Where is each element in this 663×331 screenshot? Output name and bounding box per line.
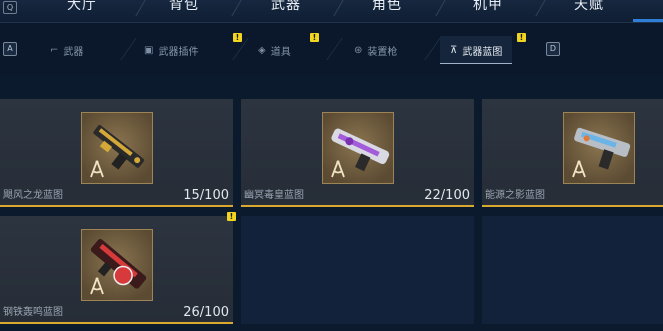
new-badge: ! [517,33,526,42]
blueprint-count: 22/100 [424,188,470,203]
item-icon: ◈ [258,44,266,56]
blueprint-icon: ⊼ [450,44,458,56]
subtab-weapon-plugins[interactable]: ▣ 武器插件 [144,36,198,64]
new-badge: ! [227,212,236,221]
gun-icon: ⌐ [50,44,59,56]
tab-weapons[interactable]: 武器 [236,0,336,17]
key-hint-a[interactable]: A [3,42,17,56]
tab-characters[interactable]: 角色 [337,0,437,17]
compass-icon [572,160,586,178]
new-badge: ! [233,33,242,42]
empty-slot [482,216,663,324]
tab-mecha[interactable]: 机甲 [438,0,538,17]
blueprint-thumbnail [81,229,153,301]
active-underline [440,63,513,64]
subtab-label: 武器插件 [158,46,199,58]
blueprint-count: 26/100 [183,305,229,320]
subtab-weapon-blueprints[interactable]: ⊼ 武器蓝图 [440,36,513,64]
blueprint-card[interactable]: 能源之影蓝图 [482,99,663,207]
new-badge: ! [310,33,319,42]
key-hint-d[interactable]: D [546,42,560,56]
subtab-label: 装置枪 [367,46,398,58]
subtab-label: 武器蓝图 [462,46,503,58]
blueprint-count: 15/100 [183,188,229,203]
compass-icon [331,160,345,178]
sub-nav [0,23,663,75]
main-nav: Q 大厅 背包 武器 角色 机甲 天赋 [0,0,663,23]
active-tab-accent [633,19,663,22]
empty-slot [241,216,474,324]
blueprint-thumbnail [81,112,153,184]
blueprint-card[interactable]: 钢铁轰鸣蓝图 26/100 [0,216,233,324]
key-hint-q[interactable]: Q [3,1,17,14]
subtab-weapons[interactable]: ⌐ 武器 [50,36,83,64]
compass-icon [90,160,104,178]
plugin-icon: ▣ [144,44,154,56]
blueprint-name: 能源之影蓝图 [485,190,545,201]
blueprint-thumbnail [563,112,635,184]
subtab-label: 武器 [63,46,84,58]
blueprint-thumbnail [322,112,394,184]
blueprint-name: 飓风之龙蓝图 [3,190,63,201]
blueprint-name: 幽冥毒皇蓝图 [244,190,304,201]
blueprint-card[interactable]: 飓风之龙蓝图 15/100 [0,99,233,207]
tab-backpack[interactable]: 背包 [134,0,234,17]
tab-talent[interactable]: 天赋 [539,0,639,17]
device-gun-icon: ⊛ [354,44,363,56]
tab-lobby[interactable]: 大厅 [32,0,132,17]
blueprint-card[interactable]: 幽冥毒皇蓝图 22/100 [241,99,474,207]
subtab-device-guns[interactable]: ⊛ 装置枪 [354,36,397,64]
subtab-items[interactable]: ◈ 道具 [258,36,291,64]
blueprint-name: 钢铁轰鸣蓝图 [3,307,63,318]
subtab-label: 道具 [270,46,291,58]
compass-icon [90,277,104,295]
